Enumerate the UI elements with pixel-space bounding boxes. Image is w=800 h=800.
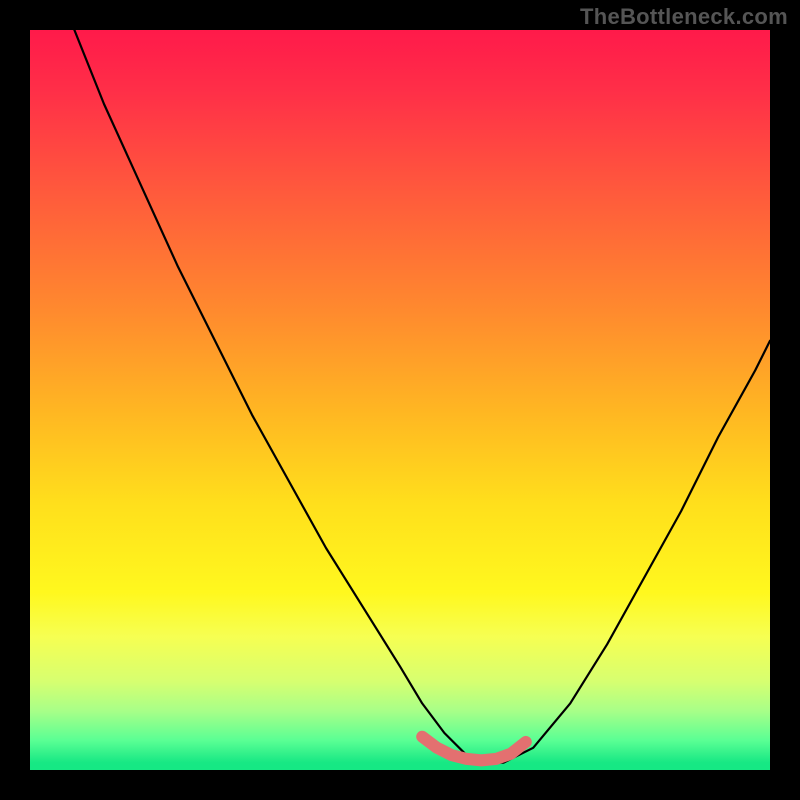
plot-area <box>30 30 770 770</box>
curve-overlay <box>30 30 770 770</box>
bottleneck-curve-path <box>74 30 770 763</box>
green-zone-marker <box>422 737 526 761</box>
watermark-text: TheBottleneck.com <box>580 4 788 30</box>
chart-canvas: TheBottleneck.com <box>0 0 800 800</box>
